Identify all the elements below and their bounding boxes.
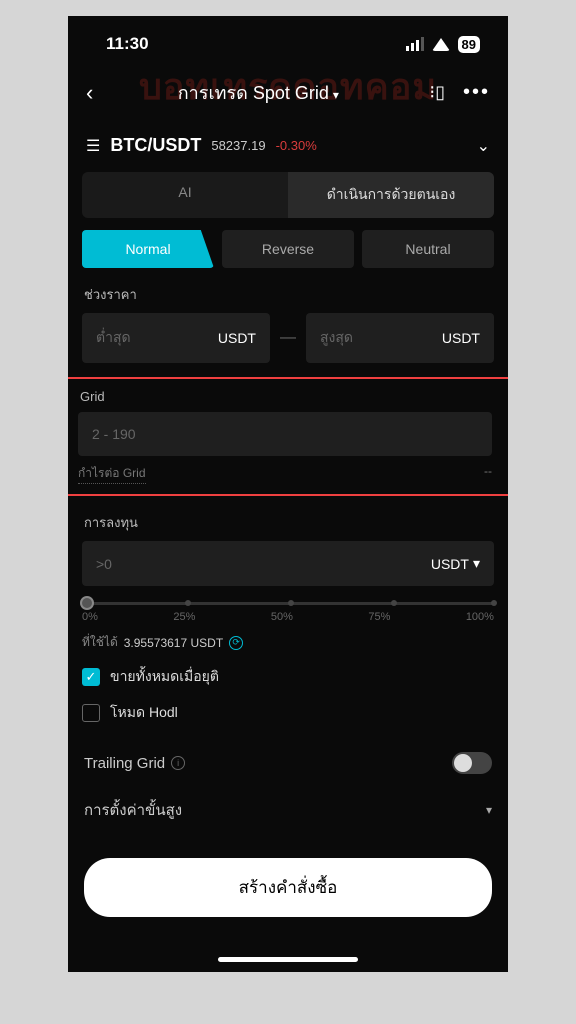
min-price-input[interactable]: ต่ำสุด USDT <box>82 313 270 363</box>
investment-slider[interactable]: 0%25%50%75%100% <box>82 602 494 623</box>
tab-ai[interactable]: AI <box>82 172 288 218</box>
expand-chevron-icon[interactable]: ⌄ <box>477 136 490 156</box>
create-order-button[interactable]: สร้างคำสั่งซื้อ <box>84 858 492 917</box>
wifi-icon <box>432 38 450 51</box>
trailing-grid-toggle[interactable] <box>452 752 492 774</box>
tab-reverse[interactable]: Reverse <box>222 230 354 268</box>
home-indicator[interactable] <box>218 957 358 962</box>
grid-label: Grid <box>78 389 492 404</box>
max-price-input[interactable]: สูงสุด USDT <box>306 313 494 363</box>
pair-price: 58237.19 <box>211 138 265 153</box>
grid-count-input[interactable]: 2 - 190 <box>78 412 492 456</box>
available-value: 3.95573617 USDT <box>124 636 223 650</box>
chevron-down-icon[interactable]: ▾ <box>486 803 492 817</box>
status-time: 11:30 <box>106 34 149 54</box>
guide-icon[interactable]: ⁝▯ <box>423 82 451 103</box>
investment-input[interactable]: >0 USDT ▾ <box>82 541 494 586</box>
more-icon[interactable]: ••• <box>463 81 490 104</box>
type-segment: Normal Reverse Neutral <box>82 230 494 268</box>
hodl-checkbox[interactable] <box>82 704 100 722</box>
sell-all-checkbox[interactable]: ✓ <box>82 668 100 686</box>
range-dash: — <box>280 329 296 347</box>
pair-change: -0.30% <box>276 138 317 153</box>
hodl-label: โหมด Hodl <box>110 702 178 724</box>
price-range-label: ช่วงราคา <box>82 284 494 305</box>
tab-normal[interactable]: Normal <box>82 230 214 268</box>
page-title[interactable]: การเทรด Spot Grid▾ <box>105 78 411 107</box>
menu-icon[interactable]: ☰ <box>86 136 100 156</box>
mode-segment: AI ดำเนินการด้วยตนเอง <box>82 172 494 218</box>
trailing-grid-label: Trailing Grid <box>84 755 165 772</box>
chevron-down-icon: ▾ <box>333 88 339 102</box>
status-bar: 11:30 89 <box>68 16 508 64</box>
tab-neutral[interactable]: Neutral <box>362 230 494 268</box>
trading-pair[interactable]: BTC/USDT <box>110 135 201 156</box>
sell-all-label: ขายทั้งหมดเมื่อยุติ <box>110 666 219 688</box>
profit-per-grid-label[interactable]: กำไรต่อ Grid <box>78 464 146 484</box>
chevron-down-icon[interactable]: ▾ <box>473 555 480 572</box>
profit-per-grid-value: -- <box>484 464 492 484</box>
tab-manual[interactable]: ดำเนินการด้วยตนเอง <box>288 172 494 218</box>
slider-labels: 0%25%50%75%100% <box>82 611 494 623</box>
info-icon[interactable]: i <box>171 756 185 770</box>
refresh-icon[interactable]: ⟳ <box>229 636 243 650</box>
grid-highlight: Grid 2 - 190 กำไรต่อ Grid -- <box>68 377 508 496</box>
advanced-settings-label[interactable]: การตั้งค่าขั้นสูง <box>84 798 182 822</box>
back-button[interactable]: ‹ <box>86 80 93 106</box>
battery-indicator: 89 <box>458 36 480 53</box>
signal-icon <box>406 37 424 51</box>
slider-thumb[interactable] <box>80 596 94 610</box>
available-label: ที่ใช้ได้ <box>82 633 118 652</box>
investment-label: การลงทุน <box>82 512 494 533</box>
